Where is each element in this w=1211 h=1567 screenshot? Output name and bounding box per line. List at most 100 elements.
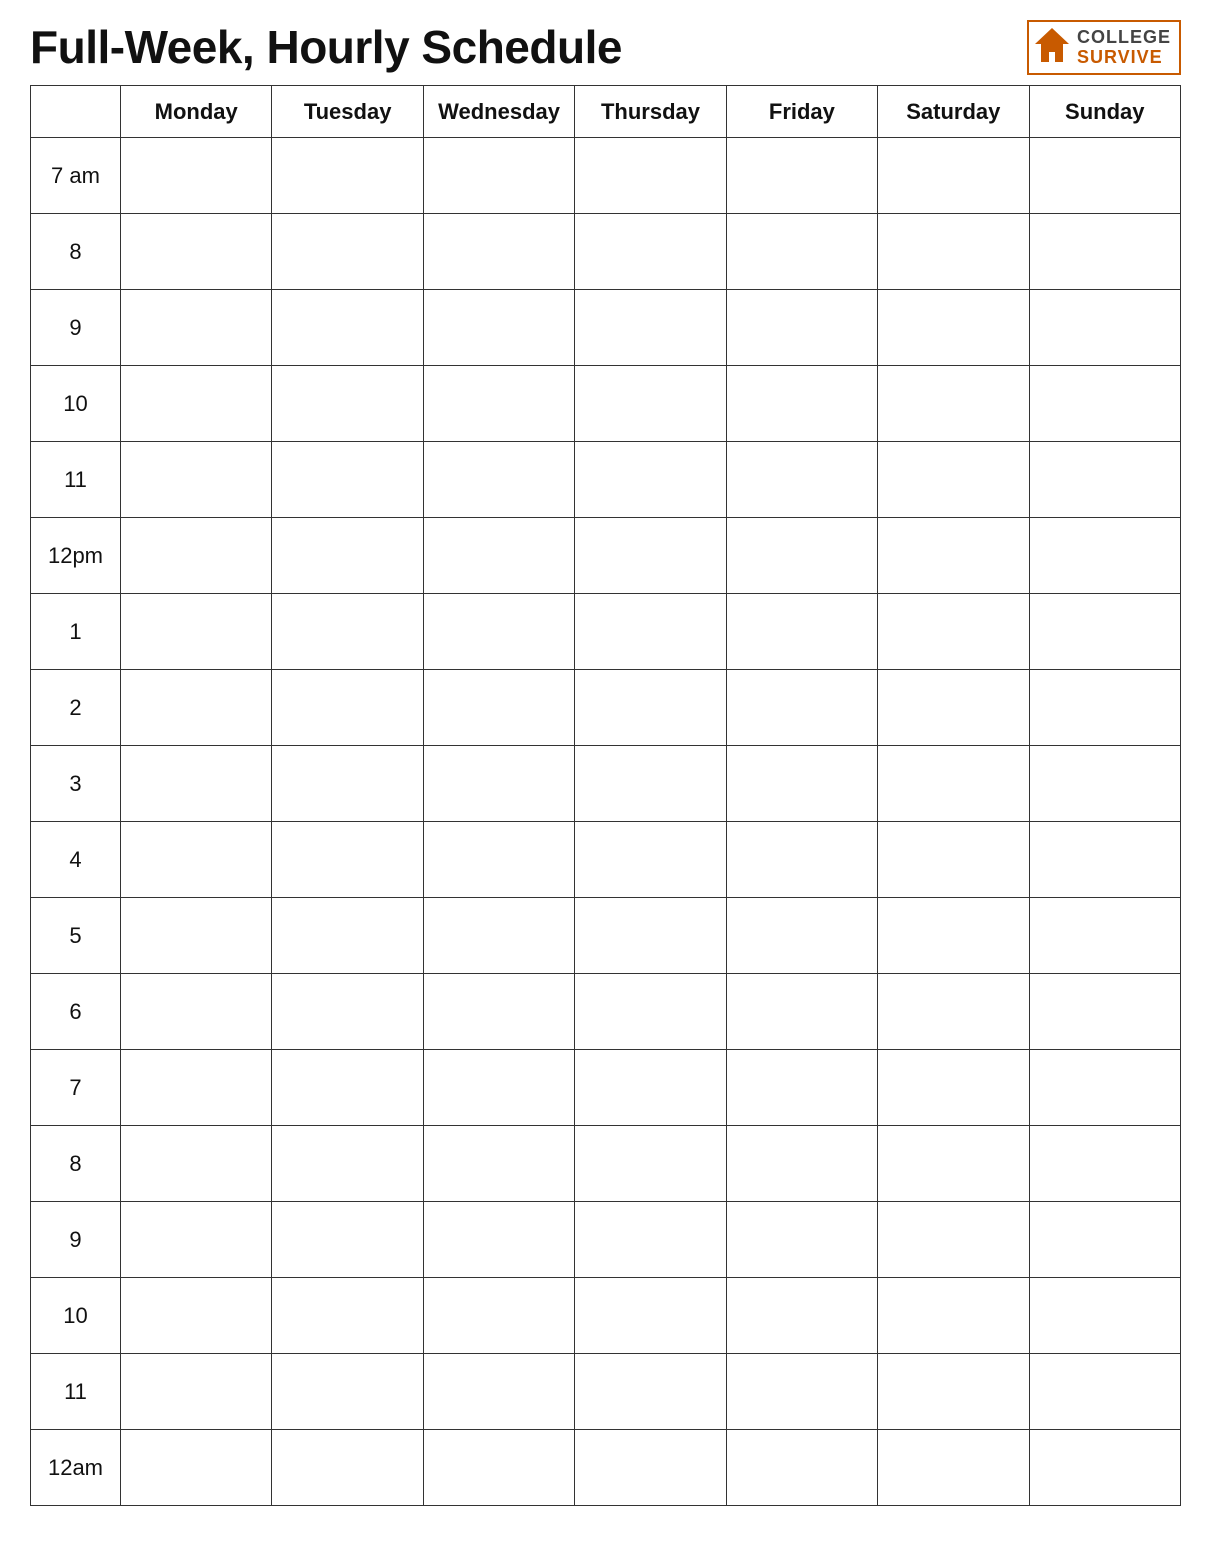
schedule-cell[interactable] [272, 1126, 423, 1202]
schedule-cell[interactable] [878, 1126, 1029, 1202]
schedule-cell[interactable] [575, 898, 726, 974]
schedule-cell[interactable] [1029, 670, 1180, 746]
schedule-cell[interactable] [1029, 442, 1180, 518]
schedule-cell[interactable] [423, 1354, 574, 1430]
schedule-cell[interactable] [1029, 214, 1180, 290]
schedule-cell[interactable] [423, 746, 574, 822]
schedule-cell[interactable] [423, 974, 574, 1050]
schedule-cell[interactable] [726, 518, 877, 594]
schedule-cell[interactable] [121, 1126, 272, 1202]
schedule-cell[interactable] [423, 1430, 574, 1506]
schedule-cell[interactable] [726, 974, 877, 1050]
schedule-cell[interactable] [878, 670, 1029, 746]
schedule-cell[interactable] [423, 1126, 574, 1202]
schedule-cell[interactable] [878, 138, 1029, 214]
schedule-cell[interactable] [726, 1202, 877, 1278]
schedule-cell[interactable] [272, 214, 423, 290]
schedule-cell[interactable] [272, 1202, 423, 1278]
schedule-cell[interactable] [272, 138, 423, 214]
schedule-cell[interactable] [575, 442, 726, 518]
schedule-cell[interactable] [121, 1050, 272, 1126]
schedule-cell[interactable] [1029, 898, 1180, 974]
schedule-cell[interactable] [121, 974, 272, 1050]
schedule-cell[interactable] [1029, 1278, 1180, 1354]
schedule-cell[interactable] [1029, 822, 1180, 898]
schedule-cell[interactable] [575, 974, 726, 1050]
schedule-cell[interactable] [878, 366, 1029, 442]
schedule-cell[interactable] [726, 1354, 877, 1430]
schedule-cell[interactable] [575, 290, 726, 366]
schedule-cell[interactable] [575, 1278, 726, 1354]
schedule-cell[interactable] [121, 1278, 272, 1354]
schedule-cell[interactable] [878, 518, 1029, 594]
schedule-cell[interactable] [121, 290, 272, 366]
schedule-cell[interactable] [878, 1202, 1029, 1278]
schedule-cell[interactable] [575, 1050, 726, 1126]
schedule-cell[interactable] [726, 746, 877, 822]
schedule-cell[interactable] [423, 366, 574, 442]
schedule-cell[interactable] [878, 594, 1029, 670]
schedule-cell[interactable] [423, 290, 574, 366]
schedule-cell[interactable] [726, 366, 877, 442]
schedule-cell[interactable] [1029, 1202, 1180, 1278]
schedule-cell[interactable] [1029, 746, 1180, 822]
schedule-cell[interactable] [726, 138, 877, 214]
schedule-cell[interactable] [575, 1354, 726, 1430]
schedule-cell[interactable] [272, 974, 423, 1050]
schedule-cell[interactable] [878, 1278, 1029, 1354]
schedule-cell[interactable] [726, 442, 877, 518]
schedule-cell[interactable] [272, 366, 423, 442]
schedule-cell[interactable] [272, 898, 423, 974]
schedule-cell[interactable] [423, 1278, 574, 1354]
schedule-cell[interactable] [1029, 366, 1180, 442]
schedule-cell[interactable] [1029, 1354, 1180, 1430]
schedule-cell[interactable] [575, 214, 726, 290]
schedule-cell[interactable] [423, 1050, 574, 1126]
schedule-cell[interactable] [575, 1202, 726, 1278]
schedule-cell[interactable] [423, 1202, 574, 1278]
schedule-cell[interactable] [575, 746, 726, 822]
schedule-cell[interactable] [121, 1430, 272, 1506]
schedule-cell[interactable] [423, 594, 574, 670]
schedule-cell[interactable] [272, 442, 423, 518]
schedule-cell[interactable] [272, 1430, 423, 1506]
schedule-cell[interactable] [272, 822, 423, 898]
schedule-cell[interactable] [1029, 974, 1180, 1050]
schedule-cell[interactable] [575, 518, 726, 594]
schedule-cell[interactable] [423, 442, 574, 518]
schedule-cell[interactable] [575, 138, 726, 214]
schedule-cell[interactable] [726, 214, 877, 290]
schedule-cell[interactable] [878, 1050, 1029, 1126]
schedule-cell[interactable] [423, 518, 574, 594]
schedule-cell[interactable] [878, 1430, 1029, 1506]
schedule-cell[interactable] [1029, 1126, 1180, 1202]
schedule-cell[interactable] [423, 822, 574, 898]
schedule-cell[interactable] [272, 1354, 423, 1430]
schedule-cell[interactable] [1029, 1050, 1180, 1126]
schedule-cell[interactable] [272, 518, 423, 594]
schedule-cell[interactable] [272, 1278, 423, 1354]
schedule-cell[interactable] [1029, 1430, 1180, 1506]
schedule-cell[interactable] [878, 746, 1029, 822]
schedule-cell[interactable] [878, 214, 1029, 290]
schedule-cell[interactable] [726, 290, 877, 366]
schedule-cell[interactable] [1029, 518, 1180, 594]
schedule-cell[interactable] [575, 1430, 726, 1506]
schedule-cell[interactable] [575, 1126, 726, 1202]
schedule-cell[interactable] [272, 1050, 423, 1126]
schedule-cell[interactable] [121, 518, 272, 594]
schedule-cell[interactable] [878, 1354, 1029, 1430]
schedule-cell[interactable] [726, 898, 877, 974]
schedule-cell[interactable] [575, 594, 726, 670]
schedule-cell[interactable] [726, 1050, 877, 1126]
schedule-cell[interactable] [1029, 138, 1180, 214]
schedule-cell[interactable] [121, 1354, 272, 1430]
schedule-cell[interactable] [878, 822, 1029, 898]
schedule-cell[interactable] [1029, 290, 1180, 366]
schedule-cell[interactable] [121, 594, 272, 670]
schedule-cell[interactable] [121, 138, 272, 214]
schedule-cell[interactable] [878, 442, 1029, 518]
schedule-cell[interactable] [423, 670, 574, 746]
schedule-cell[interactable] [121, 214, 272, 290]
schedule-cell[interactable] [726, 594, 877, 670]
